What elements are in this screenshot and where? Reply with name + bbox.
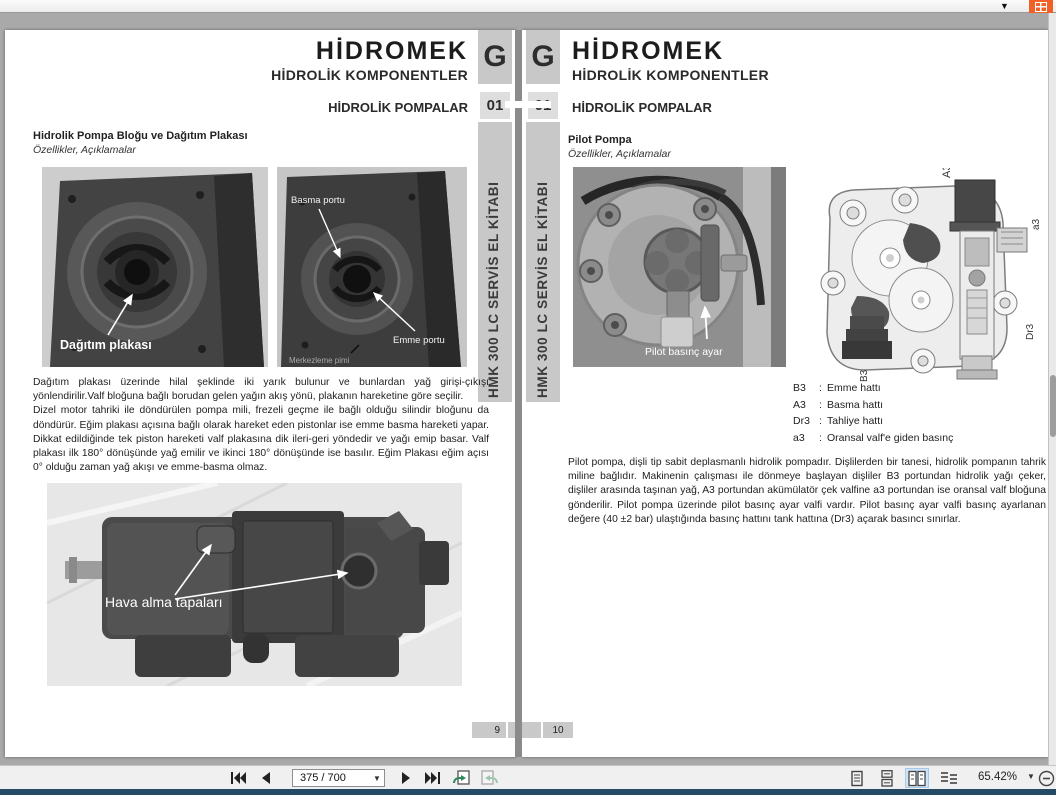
browser-top-bar: ▼ (0, 0, 1056, 13)
page-right: HİDROMEK HİDROLİK KOMPONENTLER HİDROLİK … (522, 30, 1048, 757)
legend-row: A3 : Basma hattı (793, 399, 953, 411)
photo-main-pump: Hava alma tapaları (47, 483, 462, 686)
photo2-caption-top: Basma portu (291, 195, 345, 206)
first-page-button[interactable] (228, 769, 248, 787)
diagram-label-a3: a3 (1031, 218, 1042, 230)
vertical-scrollbar[interactable] (1048, 13, 1056, 765)
page-input-dropdown-icon[interactable]: ▼ (370, 770, 384, 786)
pdf-canvas: HİDROMEK HİDROLİK KOMPONENTLER HİDROLİK … (0, 13, 1056, 765)
photo1-caption: Dağıtım plakası (60, 338, 152, 352)
pilot-photo-caption: Pilot basınç ayar (645, 346, 723, 358)
legend-separator: : (819, 415, 822, 427)
scrollbar-thumb[interactable] (1050, 375, 1056, 437)
body-paragraphs: Dağıtım plakası üzerinde hilal şeklinde … (33, 376, 489, 475)
photo3-caption: Hava alma tapaları (105, 594, 223, 610)
page-number-value: 375 / 700 (300, 772, 346, 784)
photo2-caption-bottom: Emme portu (393, 335, 445, 346)
page-spine (515, 30, 522, 757)
legend-separator: : (819, 431, 822, 444)
previous-page-button[interactable] (256, 769, 276, 787)
port-legend: B3 : Emme hattı A3 : Basma hattı Dr3 : T… (793, 382, 953, 448)
status-strip (0, 789, 1056, 795)
page-header: HİDROMEK HİDROLİK KOMPONENTLER (572, 38, 769, 83)
next-view-button[interactable] (478, 769, 500, 787)
spine-title: HMK 300 LC SERVİS EL KİTABI (535, 181, 550, 399)
paragraph-2: Dizel motor tahriki ile döndürülen pompa… (33, 405, 489, 474)
legend-label: Emme hattı (827, 382, 881, 394)
viewer-toolbar: 375 / 700 ▼ 65.42% ▼ (0, 765, 1056, 789)
topic-subtitle: Özellikler, Açıklamalar (568, 148, 671, 160)
diagram-label-B3: B3 (859, 369, 870, 382)
legend-separator: : (819, 398, 822, 411)
section-letter-tab: G (483, 40, 507, 73)
legend-key: A3 (793, 398, 806, 411)
previous-view-button[interactable] (450, 769, 472, 787)
zoom-level-value[interactable]: 65.42% (978, 771, 1017, 783)
topic-subtitle: Özellikler, Açıklamalar (33, 144, 136, 156)
brand-logo: HİDROMEK (572, 37, 725, 65)
next-page-button[interactable] (396, 769, 416, 787)
zoom-out-button[interactable] (1036, 769, 1056, 787)
diagram-label-A3: A3 (941, 168, 953, 178)
photo-pump-ports: Basma portu Emme portu Merkezleme pimi (277, 167, 467, 367)
section-title: HİDROLİK POMPALAR (572, 100, 712, 115)
header-subtitle: HİDROLİK KOMPONENTLER (572, 67, 769, 83)
legend-label: Basma hattı (827, 398, 884, 411)
section-letter-tab: G (531, 40, 555, 73)
tab-divider (478, 84, 512, 89)
tab-divider (526, 84, 560, 89)
page-left: HİDROMEK HİDROLİK KOMPONENTLER HİDROLİK … (5, 30, 516, 757)
page-number-spacer (508, 722, 541, 738)
zoom-dropdown-icon[interactable]: ▼ (1027, 772, 1035, 781)
facing-layout-button[interactable] (905, 768, 929, 788)
brand-logo: HİDROMEK (315, 37, 468, 65)
section-title: HİDROLİK POMPALAR (328, 100, 468, 115)
legend-key: a3 (793, 431, 805, 444)
topic-title: Hidrolik Pompa Bloğu ve Dağıtım Plakası (33, 130, 248, 142)
legend-row: a3 : Oransal valf'e giden basınç (793, 432, 953, 444)
legend-key: Dr3 (793, 415, 810, 427)
diagram-label-Dr3: Dr3 (1025, 323, 1036, 340)
spine-title: HMK 300 LC SERVİS EL KİTABI (486, 181, 501, 399)
header-subtitle: HİDROLİK KOMPONENTLER (271, 67, 468, 83)
topic-title: Pilot Pompa (568, 134, 632, 146)
legend-separator: : (819, 382, 822, 394)
page-header: HİDROMEK HİDROLİK KOMPONENTLER (271, 38, 468, 83)
last-page-button[interactable] (422, 769, 442, 787)
dropdown-caret-icon[interactable]: ▼ (1000, 0, 1009, 12)
extension-icon[interactable] (1029, 0, 1053, 13)
legend-row: Dr3 : Tahliye hattı (793, 415, 953, 427)
app-window: ▼ HİDROMEK HİDROLİK KOMPONENTLER HİDROLİ… (0, 0, 1056, 795)
page-number-right: 10 (543, 722, 573, 738)
spine-connector (505, 101, 551, 108)
photo-pilot-pump: Pilot basınç ayar (573, 167, 786, 367)
paragraph-1: Dağıtım plakası üzerinde hilal şeklinde … (33, 377, 489, 403)
continuous-layout-button[interactable] (875, 768, 899, 788)
page-number-left: 9 (472, 722, 506, 738)
legend-key: B3 (793, 382, 806, 394)
legend-label: Oransal valf'e giden basınç (827, 431, 954, 444)
grid-glyph-icon (1035, 2, 1047, 12)
single-page-layout-button[interactable] (845, 768, 869, 788)
photo-distribution-plate: Dağıtım plakası (42, 167, 268, 367)
continuous-facing-layout-button[interactable] (937, 768, 961, 788)
page-number-input[interactable]: 375 / 700 ▼ (292, 769, 385, 787)
body-paragraph: Pilot pompa, dişli tip sabit deplasmanlı… (568, 457, 1046, 525)
legend-row: B3 : Emme hattı (793, 382, 953, 394)
legend-label: Tahliye hattı (827, 415, 884, 427)
pilot-pump-diagram: A3 a3 Dr3 B3 (805, 168, 1045, 386)
photo2-caption-pin: Merkezleme pimi (289, 356, 350, 365)
